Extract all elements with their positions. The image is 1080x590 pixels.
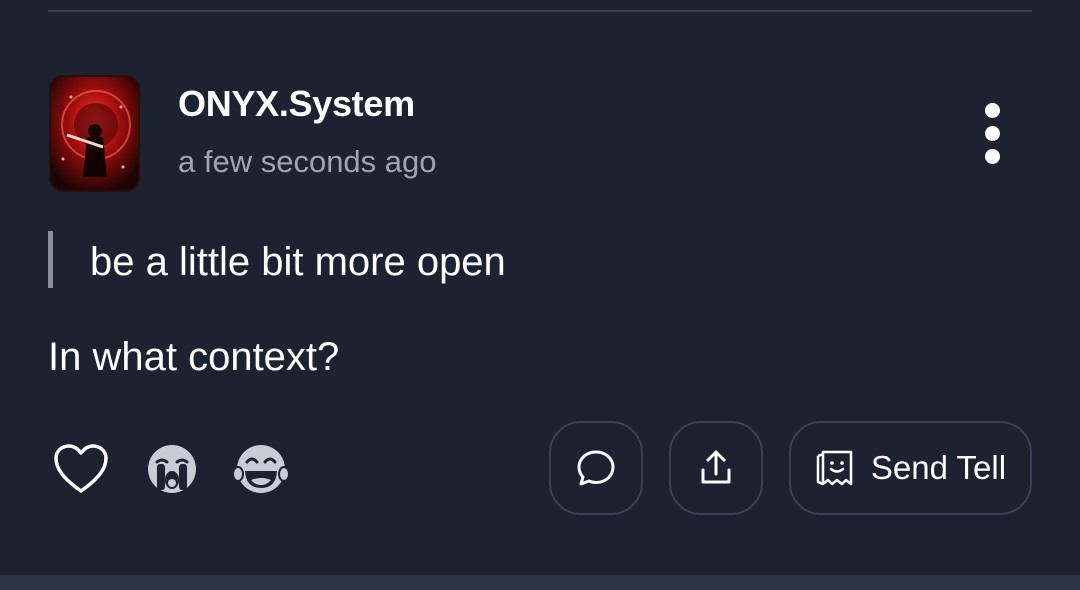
post-author[interactable]: ONYX.System xyxy=(178,84,415,124)
tell-card-icon xyxy=(816,450,853,486)
share-icon xyxy=(701,450,731,484)
laughing-face-icon xyxy=(232,445,290,493)
share-button[interactable] xyxy=(669,421,763,515)
crying-face-icon xyxy=(148,445,196,493)
comment-button[interactable] xyxy=(549,421,643,515)
heart-reaction-button[interactable] xyxy=(51,440,111,498)
post-timestamp: a few seconds ago xyxy=(178,144,437,179)
more-dot xyxy=(984,148,1000,164)
more-options-button[interactable] xyxy=(968,98,1016,168)
heart-icon xyxy=(54,444,108,493)
quote-bar xyxy=(48,231,53,288)
laughing-reaction-button[interactable] xyxy=(231,440,291,498)
crying-reaction-button[interactable] xyxy=(142,440,202,498)
speech-bubble-icon xyxy=(577,450,615,486)
reply-message: In what context? xyxy=(48,335,340,379)
top-divider xyxy=(48,10,1032,12)
bottom-divider xyxy=(0,575,1080,590)
send-tell-button[interactable]: Send Tell xyxy=(789,421,1032,515)
avatar-image xyxy=(51,77,138,190)
avatar[interactable] xyxy=(49,75,140,192)
more-dot xyxy=(984,102,1000,118)
more-dot xyxy=(984,125,1000,141)
quoted-message: be a little bit more open xyxy=(90,240,506,284)
send-tell-label: Send Tell xyxy=(870,449,1007,486)
